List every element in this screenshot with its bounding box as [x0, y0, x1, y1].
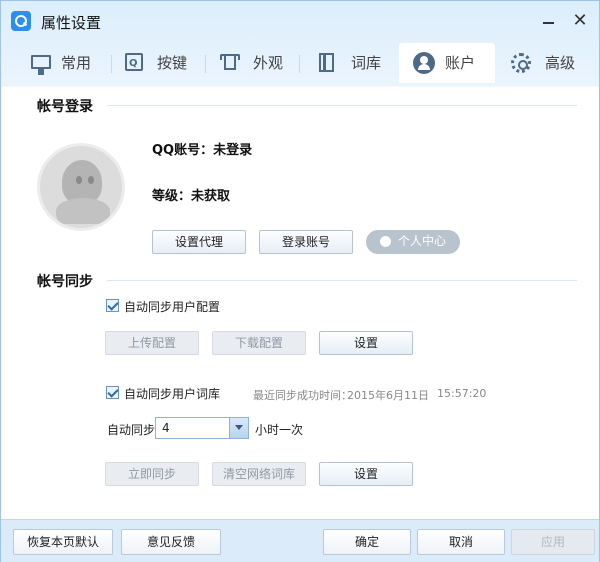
download-config-button[interactable]: 下载配置: [212, 331, 306, 355]
sync-interval-value: 4: [162, 421, 170, 435]
person-icon: [380, 236, 391, 247]
window-title: 属性设置: [41, 14, 102, 32]
close-button[interactable]: ✕: [570, 11, 590, 31]
user-icon: [413, 52, 435, 74]
tab-bar: 常用 按键 外观 词库 账户 高级: [1, 41, 599, 85]
checkbox[interactable]: [106, 386, 119, 399]
section-divider: [107, 105, 577, 106]
profile-center-button[interactable]: 个人中心: [366, 230, 460, 254]
book-icon: [319, 53, 334, 72]
checkbox-label: 自动同步用户词库: [124, 387, 221, 401]
tab-label: 外观: [253, 54, 284, 72]
last-sync-label: 最近同步成功时间：: [253, 389, 352, 402]
proxy-settings-button[interactable]: 设置代理: [152, 230, 246, 254]
tab-divider: [299, 55, 300, 73]
shirt-icon: [220, 53, 241, 73]
config-settings-button[interactable]: 设置: [319, 331, 413, 355]
footer-bar: 恢复本页默认 意见反馈 确定 取消 应用: [1, 519, 599, 562]
minimize-button[interactable]: [539, 11, 559, 31]
upload-config-button[interactable]: 上传配置: [105, 331, 199, 355]
lexicon-settings-button[interactable]: 设置: [319, 462, 413, 486]
sync-now-button[interactable]: 立即同步: [105, 462, 199, 486]
auto-sync-interval-label: 自动同步: [107, 423, 156, 437]
checkbox[interactable]: [106, 299, 119, 312]
tab-keys[interactable]: 按键: [115, 43, 203, 84]
cancel-button[interactable]: 取消: [417, 529, 505, 555]
chevron-down-icon[interactable]: [229, 418, 248, 438]
tab-account[interactable]: 账户: [399, 43, 495, 83]
settings-window: 属性设置 ✕ 常用 按键 外观 词库 账户 高级: [0, 0, 600, 562]
avatar-eye: [76, 176, 82, 184]
tab-advanced[interactable]: 高级: [501, 43, 591, 83]
restore-defaults-button[interactable]: 恢复本页默认: [13, 529, 113, 555]
avatar: [37, 143, 125, 231]
tab-divider: [205, 55, 206, 73]
interval-unit-label: 小时一次: [255, 423, 304, 437]
last-sync-time: 15:57:20: [437, 387, 487, 400]
level-status: 等级：未获取: [152, 189, 231, 204]
login-section-title: 帐号登录: [37, 99, 93, 115]
sync-section-title: 帐号同步: [37, 274, 93, 290]
apply-button[interactable]: 应用: [511, 529, 595, 555]
tab-label: 账户: [445, 54, 476, 72]
avatar-eye: [88, 176, 94, 184]
app-logo-icon: [11, 11, 31, 31]
key-icon: [125, 44, 143, 84]
feedback-button[interactable]: 意见反馈: [121, 529, 221, 555]
qq-account-status: QQ账号：未登录: [152, 143, 253, 158]
tab-divider: [111, 55, 112, 73]
tab-label: 高级: [545, 54, 576, 72]
title-bar: 属性设置 ✕: [1, 1, 599, 41]
section-divider: [107, 280, 577, 281]
tab-lexicon[interactable]: 词库: [309, 43, 397, 83]
login-account-button[interactable]: 登录账号: [259, 230, 353, 254]
tab-general[interactable]: 常用: [21, 43, 109, 83]
monitor-icon: [31, 55, 51, 75]
gear-icon: [511, 53, 531, 73]
last-sync-date: 2015年6月11日: [347, 389, 429, 402]
ok-button[interactable]: 确定: [323, 529, 411, 555]
tab-label: 按键: [157, 54, 188, 72]
sync-interval-select[interactable]: 4: [155, 417, 249, 439]
clear-online-lexicon-button[interactable]: 清空网络词库: [212, 462, 306, 486]
tab-label: 常用: [61, 54, 92, 72]
checkbox-label: 自动同步用户配置: [124, 300, 221, 314]
tab-appearance[interactable]: 外观: [209, 43, 297, 83]
tab-label: 词库: [351, 54, 382, 72]
